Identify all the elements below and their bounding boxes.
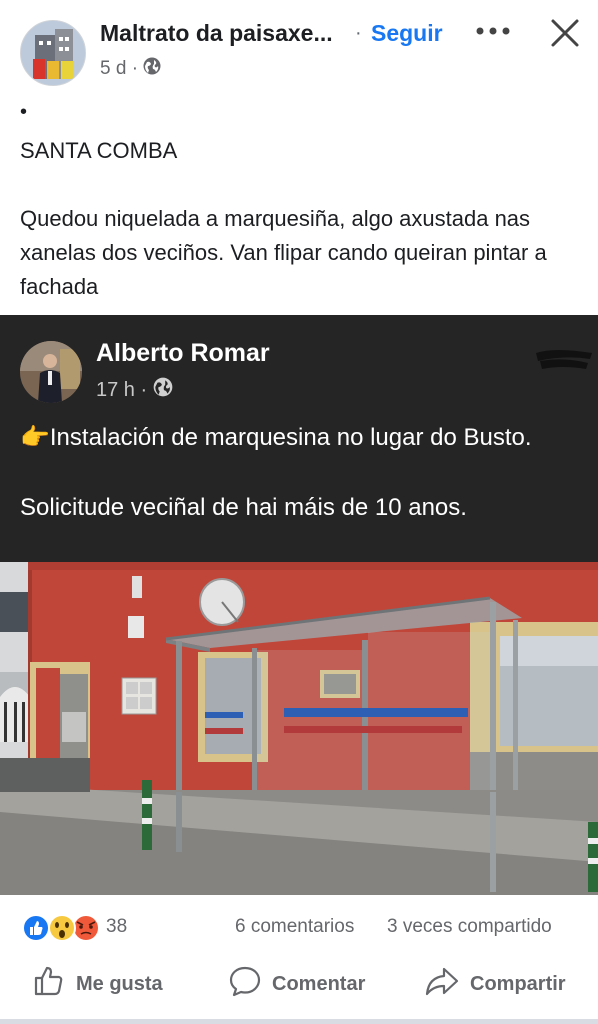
shared-post-text: 👉Instalación de marquesina no lugar do B… (20, 420, 585, 525)
shared-author-name[interactable]: Alberto Romar (96, 339, 270, 368)
reaction-count[interactable]: 38 (106, 916, 127, 938)
post-actions: Me gusta Comentar Compartir (0, 955, 598, 1015)
post-time[interactable]: 5 d · (100, 58, 138, 80)
comment-button-label: Comentar (272, 972, 366, 995)
comments-count[interactable]: 6 comentarios (235, 916, 354, 938)
close-icon[interactable] (546, 14, 584, 52)
shared-author-avatar[interactable] (20, 341, 82, 403)
shared-post[interactable]: Alberto Romar 17 h · 👉Instalación de mar… (0, 315, 598, 895)
shared-line-1: 👉Instalación de marquesina no lugar do B… (20, 424, 532, 451)
bottom-divider (0, 1019, 598, 1024)
comment-button[interactable]: Comentar (228, 961, 365, 1007)
wow-icon (48, 914, 76, 942)
follow-button[interactable]: Seguir (371, 20, 443, 47)
post-bullet: • (20, 101, 28, 123)
reaction-icons[interactable] (20, 913, 106, 943)
share-button-label: Compartir (470, 972, 566, 995)
like-icon (22, 914, 50, 942)
shared-line-2: Solicitude veciñal de hai máis de 10 ano… (20, 494, 467, 521)
angry-icon (72, 914, 100, 942)
globe-icon (152, 376, 174, 404)
like-button[interactable]: Me gusta (32, 961, 163, 1007)
more-horizontal-icon[interactable] (474, 17, 514, 48)
shared-post-meta: 17 h · (96, 376, 174, 404)
share-icon (424, 964, 460, 1004)
page-name-link[interactable]: Maltrato da paisaxe... (100, 20, 333, 47)
post-header: Maltrato da paisaxe... · Seguir 5 d · (0, 0, 598, 95)
scribble-mark (534, 343, 594, 377)
shares-count[interactable]: 3 veces compartido (387, 916, 552, 938)
comment-icon (228, 964, 262, 1004)
globe-icon (142, 56, 162, 82)
separator-dot: · (355, 22, 362, 44)
shared-photo[interactable] (0, 562, 598, 895)
reactions-bar: 38 6 comentarios 3 veces compartido (0, 905, 598, 951)
like-button-label: Me gusta (76, 972, 163, 995)
post-title: SANTA COMBA (20, 138, 178, 163)
thumbs-up-icon (32, 964, 66, 1004)
share-button[interactable]: Compartir (424, 961, 566, 1007)
shared-post-time[interactable]: 17 h · (96, 379, 147, 402)
post-body: Quedou niquelada a marquesiña, algo axus… (20, 206, 547, 299)
post-text: • SANTA COMBA Quedou niquelada a marques… (20, 100, 580, 304)
page-avatar[interactable] (20, 20, 86, 86)
post-meta: 5 d · (100, 56, 162, 82)
